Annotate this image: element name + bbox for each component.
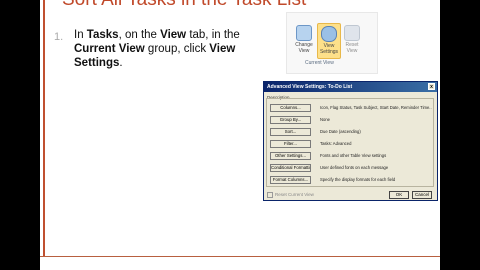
other-settings-value: Fonts and other Table View settings — [320, 153, 387, 158]
view-settings-button[interactable]: View Settings — [317, 23, 341, 59]
filter-button[interactable]: Filter... — [270, 140, 311, 148]
ribbon-group-label: Current View — [305, 60, 334, 66]
columns-button[interactable]: Columns... — [270, 104, 311, 112]
reset-icon — [267, 192, 273, 198]
slide-bottom-line — [40, 256, 440, 257]
format-columns-value: Specify the display formats for each fie… — [320, 177, 396, 182]
conditional-formatting-button[interactable]: Conditional Formatting... — [270, 164, 311, 172]
step-instruction: In Tasks, on the View tab, in the Curren… — [74, 29, 240, 69]
cancel-button[interactable]: Cancel — [412, 191, 432, 199]
advanced-view-settings-dialog: Advanced View Settings: To-Do List x Desc… — [263, 81, 438, 201]
slide: Sort All Tasks in the Task List 1. In Ta… — [40, 0, 440, 270]
dialog-title-bar: Advanced View Settings: To-Do List x — [264, 82, 437, 92]
other-settings-button[interactable]: Other Settings... — [270, 152, 311, 160]
group-by-button[interactable]: Group By... — [270, 116, 311, 124]
conditional-formatting-value: User defined fonts on each message — [320, 165, 389, 170]
close-icon[interactable]: x — [428, 83, 435, 90]
description-group: Columns... Icon, Flag Status, Task Subjec… — [266, 98, 434, 187]
ok-button[interactable]: OK — [389, 191, 409, 199]
slide-title: Sort All Tasks in the Task List — [62, 0, 306, 11]
filter-value: Tasks: Advanced — [320, 141, 352, 146]
step-number: 1. — [54, 31, 64, 43]
change-view-button[interactable]: Change View — [293, 23, 315, 57]
reset-current-view-button[interactable]: Reset Current View — [267, 192, 314, 198]
slide-accent-line — [43, 0, 45, 256]
group-by-value: None — [320, 117, 331, 122]
ribbon-current-view-group: Change View View Settings Reset View Cur… — [286, 12, 378, 74]
sort-value: Due Date (ascending) — [320, 129, 361, 134]
format-columns-button[interactable]: Format Columns... — [270, 176, 311, 184]
reset-view-button[interactable]: Reset View — [341, 23, 363, 57]
columns-value: Icon, Flag Status, Task Subject, Start D… — [320, 105, 432, 110]
sort-button[interactable]: Sort... — [270, 128, 311, 136]
change-view-icon — [296, 25, 312, 41]
view-settings-icon — [321, 26, 337, 42]
reset-view-icon — [344, 25, 360, 41]
